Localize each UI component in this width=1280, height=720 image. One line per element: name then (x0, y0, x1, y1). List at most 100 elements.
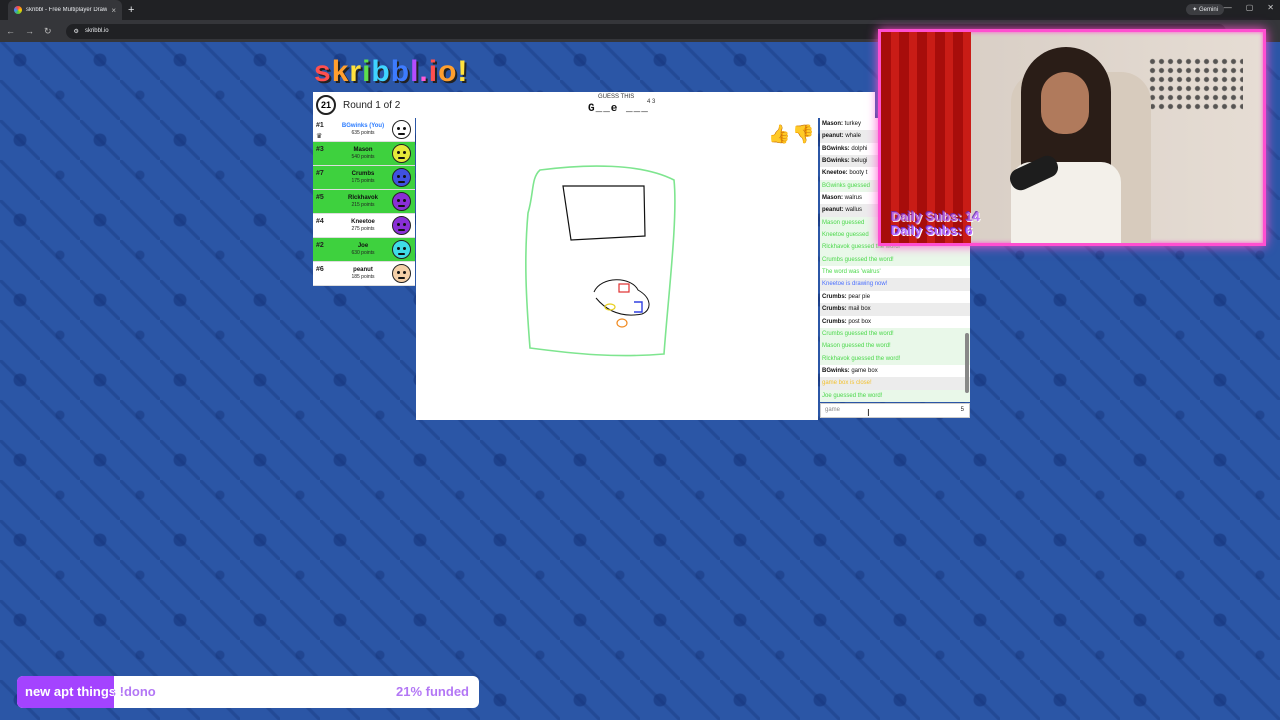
tab-title: skribbl - Free Multiplayer Drawi (26, 7, 108, 13)
game-header: 21 Round 1 of 2 GUESS THIS G__e ___ 4 3 (313, 92, 875, 118)
browser-tabbar: skribbl - Free Multiplayer Drawi × + ✦ G… (0, 0, 1280, 20)
chat-user: peanut: (822, 207, 844, 214)
thumbs-down-icon[interactable]: 👎 (792, 124, 814, 145)
chat-char-count: 5 (960, 407, 964, 413)
chat-message: Kneetoe is drawing now! (820, 278, 970, 291)
chat-message: BGwinks: game box (820, 365, 970, 377)
player-points: 635 points (351, 130, 375, 136)
chat-user: BGwinks: (822, 158, 850, 165)
chat-text: Kneetoe is drawing now! (822, 281, 888, 288)
player-row[interactable]: #6 peanut 185 points (313, 262, 415, 286)
avatar (392, 144, 411, 163)
chat-user: Kneetoe: (822, 170, 848, 177)
avatar (392, 264, 411, 283)
chat-message: The word was 'walrus' (820, 266, 970, 278)
round-indicator: Round 1 of 2 (343, 100, 401, 111)
player-row[interactable]: #5 Rlckhavok 215 points (313, 190, 415, 214)
player-points: 275 points (351, 226, 375, 232)
chat-text: Rlckhavok guessed the word! (822, 355, 901, 362)
chat-text: BGwinks guessed (822, 182, 871, 189)
close-icon[interactable]: × (111, 6, 116, 15)
streamer (991, 42, 1141, 243)
player-rank: #7 (316, 170, 324, 177)
timer-clock: 21 (316, 95, 336, 115)
player-name: BGwinks (You) (341, 123, 385, 129)
chat-input[interactable]: game 5 (820, 403, 970, 418)
chat-user: BGwinks: (822, 367, 850, 374)
player-points: 175 points (351, 178, 375, 184)
chat-message: Mason guessed the word! (820, 340, 970, 353)
close-window-icon[interactable]: ✕ (1267, 3, 1274, 12)
browser-tab[interactable]: skribbl - Free Multiplayer Drawi × (8, 0, 122, 20)
chat-message: Joe guessed the word! (820, 389, 970, 402)
chat-text: belugi (851, 158, 868, 165)
drawing (525, 165, 676, 357)
avatar (392, 120, 411, 139)
player-row[interactable]: #4 Kneetoe 275 points (313, 214, 415, 238)
word-lengths: 4 3 (647, 99, 656, 105)
player-name: Mason (353, 147, 373, 153)
player-name: Kneetoe (351, 219, 375, 225)
chat-text: Joe guessed the word! (822, 392, 883, 399)
chat-text: post box (848, 318, 872, 325)
player-name: peanut (353, 267, 373, 273)
player-list: #1 BGwinks (You) 635 points ♛ #3 Mason 540 poi… (313, 118, 415, 286)
chat-text: Crumbs guessed the word! (822, 256, 894, 263)
maximize-icon[interactable]: ▢ (1246, 3, 1254, 12)
thumbs-up-icon[interactable]: 👍 (768, 124, 790, 145)
chat-text: pear pie (848, 293, 871, 300)
gemini-button[interactable]: ✦ Gemini (1186, 4, 1224, 15)
forward-icon[interactable]: → (25, 26, 34, 36)
player-row[interactable]: #7 Crumbs 175 points (313, 166, 415, 190)
player-points: 185 points (351, 274, 375, 280)
chat-text: dolphi (851, 145, 868, 152)
player-row[interactable]: #3 Mason 540 points (313, 142, 415, 166)
chat-message: Rlckhavok guessed the word! (820, 352, 970, 365)
chat-text: whale (845, 133, 862, 140)
player-name: Crumbs (351, 171, 375, 177)
chat-user: Mason: (822, 195, 843, 202)
player-rank: #1 (316, 122, 324, 129)
player-row[interactable]: #2 Joe 630 points (313, 238, 415, 262)
chat-user: Mason: (822, 121, 843, 127)
guess-this-label: GUESS THIS (598, 94, 635, 100)
daily-subs-label-2: Daily Subs: 6 (891, 223, 973, 238)
chat-user: Crumbs: (822, 318, 847, 325)
chat-text: The word was 'walrus' (822, 269, 881, 276)
donation-percent: 21% funded (396, 684, 469, 699)
webcam-overlay: Daily Subs: 14 Daily Subs: 6 (878, 29, 1266, 246)
text-cursor-icon: I (867, 408, 870, 419)
player-rank: #4 (316, 218, 324, 225)
skribbl-logo: skribbl.io! (314, 55, 469, 88)
player-rank: #2 (316, 242, 324, 249)
chat-user: peanut: (822, 133, 844, 140)
player-row[interactable]: #1 BGwinks (You) 635 points ♛ (313, 118, 415, 142)
minimize-icon[interactable]: — (1224, 3, 1232, 12)
new-tab-button[interactable]: + (128, 4, 134, 16)
chat-text: mail box (848, 306, 871, 313)
reload-icon[interactable]: ↻ (44, 26, 52, 37)
site-info-icon[interactable]: ⚙ (74, 28, 79, 35)
chat-text: Crumbs guessed the word! (822, 330, 894, 337)
drawing-canvas[interactable]: 👍 👎 (416, 118, 818, 420)
chat-text: game box is close! (822, 380, 872, 387)
chat-text: walrus (844, 195, 863, 202)
chat-text: game box (851, 367, 878, 374)
chat-text: booty t (849, 170, 868, 177)
chat-text: Kneetoe guessed (822, 232, 869, 239)
player-name: Rlckhavok (347, 195, 378, 201)
player-rank: #6 (316, 266, 324, 273)
chat-scrollbar[interactable] (965, 333, 969, 393)
word-hint: G__e ___ (588, 103, 649, 115)
chat-text: turkey (844, 121, 862, 127)
avatar (392, 192, 411, 211)
back-icon[interactable]: ← (6, 26, 15, 36)
chat-text: Mason guessed the word! (822, 343, 891, 350)
player-rank: #5 (316, 194, 324, 201)
crown-icon: ♛ (316, 133, 323, 140)
chat-text: Mason guessed (822, 219, 865, 226)
chat-message: Crumbs: mail box (820, 303, 970, 316)
avatar (392, 168, 411, 187)
chat-user: BGwinks: (822, 145, 850, 152)
chat-message: game box is close! (820, 377, 970, 390)
